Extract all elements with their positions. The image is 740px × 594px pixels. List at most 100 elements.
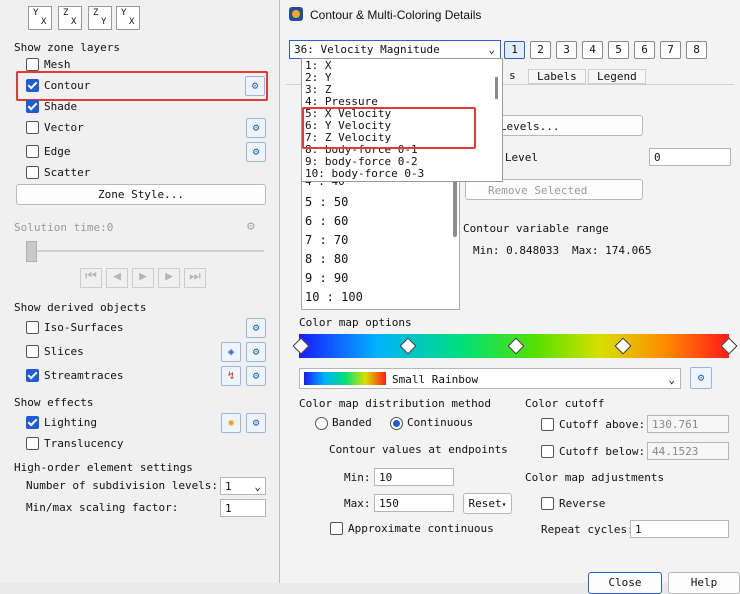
continuous-label: Continuous bbox=[407, 416, 474, 429]
level-item[interactable]: 8 : 80 bbox=[305, 252, 348, 266]
level-item[interactable]: 10 : 100 bbox=[305, 290, 363, 304]
edge-settings-icon[interactable]: ⚙ bbox=[246, 142, 266, 162]
lighting-sun-icon[interactable]: ✺ bbox=[221, 413, 241, 433]
group-tab-4[interactable]: 4 bbox=[582, 41, 603, 59]
tab-labels[interactable]: Labels bbox=[528, 69, 586, 84]
level-item[interactable]: 7 : 70 bbox=[305, 233, 348, 247]
chevron-down-icon: ⌄ bbox=[668, 373, 675, 386]
cutoff-below-input[interactable]: 44.1523 bbox=[647, 442, 729, 460]
iso-surfaces-checkbox[interactable]: Iso-Surfaces bbox=[26, 319, 123, 335]
show-zone-layers-title: Show zone layers bbox=[14, 41, 120, 54]
shade-checkbox[interactable]: Shade bbox=[26, 98, 77, 114]
min-label: Min: bbox=[344, 471, 371, 484]
group-tab-2[interactable]: 2 bbox=[530, 41, 551, 59]
streamtraces-checkbox[interactable]: Streamtraces bbox=[26, 367, 123, 383]
group-tab-5[interactable]: 5 bbox=[608, 41, 629, 59]
cutoff-below-checkbox[interactable]: Cutoff below: bbox=[541, 443, 645, 459]
group-tab-6[interactable]: 6 bbox=[634, 41, 655, 59]
tab-levels-partial[interactable]: s bbox=[509, 69, 516, 82]
level-item[interactable]: 9 : 90 bbox=[305, 271, 348, 285]
view-y-x-button[interactable]: YX bbox=[28, 6, 52, 30]
high-order-title: High-order element settings bbox=[14, 461, 193, 474]
slices-settings-icon[interactable]: ⚙ bbox=[246, 342, 266, 362]
previous-frame-icon: ◀ bbox=[106, 268, 128, 288]
banded-radio[interactable] bbox=[315, 417, 328, 430]
show-derived-objects-title: Show derived objects bbox=[14, 301, 147, 314]
vector-settings-icon[interactable]: ⚙ bbox=[246, 118, 266, 138]
streamtraces-tool-icon[interactable]: ↯ bbox=[221, 366, 241, 386]
play-icon: ▶ bbox=[132, 268, 154, 288]
slices-tool-icon[interactable]: ◈ bbox=[221, 342, 241, 362]
scaling-label: Min/max scaling factor: bbox=[26, 501, 179, 514]
lighting-settings-icon[interactable]: ⚙ bbox=[246, 413, 266, 433]
playback-controls: ⏮ ◀ ▶ ▶ ⏭ bbox=[80, 268, 206, 288]
next-frame-icon: ▶ bbox=[158, 268, 180, 288]
chevron-down-icon: ⌄ bbox=[488, 43, 495, 56]
scaling-input[interactable]: 1 bbox=[220, 499, 266, 517]
group-tab-8[interactable]: 8 bbox=[686, 41, 707, 59]
solution-time: Solution time:0 bbox=[14, 221, 114, 234]
group-tab-1[interactable]: 1 bbox=[504, 41, 525, 59]
repeat-input[interactable]: 1 bbox=[630, 520, 729, 538]
level-item[interactable]: 5 : 50 bbox=[305, 195, 348, 209]
levels-scrollbar[interactable] bbox=[453, 173, 457, 237]
view-z-y-button[interactable]: ZY bbox=[88, 6, 112, 30]
help-button[interactable]: Help bbox=[668, 572, 740, 594]
min-input[interactable]: 10 bbox=[374, 468, 454, 486]
time-slider-track bbox=[26, 250, 264, 252]
zone-style-button[interactable]: Zone Style... bbox=[16, 184, 266, 205]
tab-legend[interactable]: Legend bbox=[588, 69, 646, 84]
range-min: Min: 0.848033 bbox=[473, 244, 560, 257]
cutoff-above-input[interactable]: 130.761 bbox=[647, 415, 729, 433]
color-map-options-title: Color map options bbox=[299, 316, 412, 329]
color-map-select[interactable]: Small Rainbow ⌄ bbox=[299, 368, 681, 389]
contour-range-title: Contour variable range bbox=[463, 222, 609, 235]
max-label: Max: bbox=[344, 497, 371, 510]
color-map-settings-icon[interactable]: ⚙ bbox=[690, 367, 712, 389]
view-y-x-alt-button[interactable]: YX bbox=[116, 6, 140, 30]
color-map-swatch bbox=[304, 372, 386, 385]
velocity-highlight-box bbox=[302, 107, 476, 149]
mesh-checkbox[interactable]: Mesh bbox=[26, 56, 71, 72]
group-tab-7[interactable]: 7 bbox=[660, 41, 681, 59]
lighting-checkbox[interactable]: Lighting bbox=[26, 414, 97, 430]
streamtraces-settings-icon[interactable]: ⚙ bbox=[246, 366, 266, 386]
reverse-checkbox[interactable]: Reverse bbox=[541, 495, 605, 511]
dropdown-item[interactable]: 10: body-force 0-3 bbox=[305, 167, 424, 180]
contour-variable-select[interactable]: 36: Velocity Magnitude ⌄ bbox=[289, 40, 501, 59]
scatter-checkbox[interactable]: Scatter bbox=[26, 164, 90, 180]
group-tab-3[interactable]: 3 bbox=[556, 41, 577, 59]
approx-continuous-checkbox[interactable]: Approximate continuous bbox=[330, 520, 494, 536]
level-item[interactable]: 6 : 60 bbox=[305, 214, 348, 228]
range-max: Max: 174.065 bbox=[572, 244, 652, 257]
banded-label: Banded bbox=[332, 416, 372, 429]
max-input[interactable]: 150 bbox=[374, 494, 454, 512]
iso-surfaces-settings-icon[interactable]: ⚙ bbox=[246, 318, 266, 338]
dialog-title: Contour & Multi-Coloring Details bbox=[310, 8, 482, 22]
continuous-radio[interactable] bbox=[390, 417, 403, 430]
distribution-title: Color map distribution method bbox=[299, 397, 492, 410]
show-effects-title: Show effects bbox=[14, 396, 94, 409]
app-logo-icon bbox=[289, 7, 303, 21]
last-frame-icon: ⏭ bbox=[184, 268, 206, 288]
time-slider-thumb[interactable] bbox=[26, 241, 37, 262]
view-z-x-button[interactable]: ZX bbox=[58, 6, 82, 30]
add-level-input[interactable]: 0 bbox=[649, 148, 731, 166]
reset-button[interactable]: Reset▾ bbox=[463, 493, 512, 514]
chevron-down-icon: ⌄ bbox=[254, 480, 261, 493]
subdivision-select[interactable]: 1 ⌄ bbox=[220, 477, 266, 495]
vector-checkbox[interactable]: Vector bbox=[26, 119, 84, 135]
sidebar-panel: ─── ─ ───────────── ─── YX ZX ZY YX Show… bbox=[0, 0, 279, 583]
endpoints-title: Contour values at endpoints bbox=[329, 443, 508, 456]
dropdown-scrollbar[interactable] bbox=[495, 77, 498, 99]
adjust-title: Color map adjustments bbox=[525, 471, 665, 484]
contour-details-dialog: Contour & Multi-Coloring Details 36: Vel… bbox=[279, 0, 740, 594]
cutoff-above-checkbox[interactable]: Cutoff above: bbox=[541, 416, 645, 432]
close-button[interactable]: Close bbox=[588, 572, 662, 594]
edge-checkbox[interactable]: Edge bbox=[26, 143, 71, 159]
solution-time-settings-icon: ⚙ bbox=[247, 219, 255, 234]
remove-selected-button: Remove Selected bbox=[465, 179, 643, 200]
translucency-checkbox[interactable]: Translucency bbox=[26, 435, 123, 451]
first-frame-icon: ⏮ bbox=[80, 268, 102, 288]
slices-checkbox[interactable]: Slices bbox=[26, 343, 84, 359]
